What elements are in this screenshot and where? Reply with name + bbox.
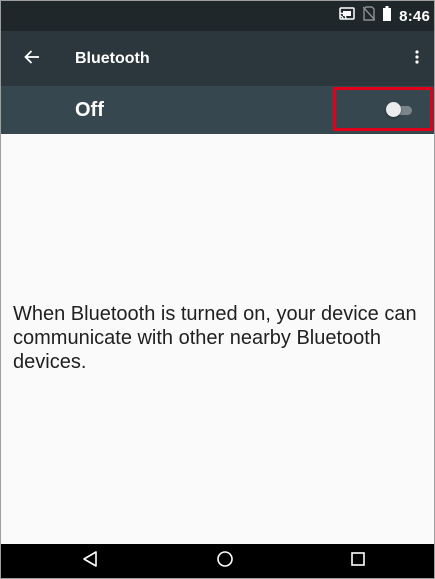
switch-status-label: Off xyxy=(75,99,104,121)
nav-recents-button[interactable] xyxy=(344,549,372,573)
toggle-thumb xyxy=(386,102,401,117)
cast-icon xyxy=(339,6,355,26)
home-circle-icon xyxy=(216,550,234,573)
back-button[interactable] xyxy=(16,43,48,75)
arrow-back-icon xyxy=(24,49,40,69)
more-options-button[interactable] xyxy=(404,43,430,75)
bluetooth-toggle-switch[interactable] xyxy=(386,101,416,119)
more-vert-icon xyxy=(415,49,419,69)
nav-back-button[interactable] xyxy=(76,549,104,573)
recents-square-icon xyxy=(350,551,366,572)
status-icons: 8:46 xyxy=(339,1,430,31)
back-triangle-icon xyxy=(82,550,98,573)
status-bar: 8:46 xyxy=(1,1,434,31)
no-sim-icon xyxy=(362,6,376,26)
bluetooth-master-switch-bar[interactable]: Off xyxy=(1,86,434,134)
battery-icon xyxy=(383,6,392,26)
toolbar: Bluetooth xyxy=(1,31,434,86)
page-title: Bluetooth xyxy=(75,50,150,67)
content-area: When Bluetooth is turned on, your device… xyxy=(1,134,434,544)
nav-home-button[interactable] xyxy=(211,549,239,573)
status-time: 8:46 xyxy=(399,7,430,25)
navigation-bar xyxy=(1,544,434,578)
bluetooth-settings-screen: 8:46 Bluetooth Off When Bluetooth is tur… xyxy=(0,0,435,579)
toggle-highlight-box xyxy=(333,87,433,131)
bluetooth-off-message: When Bluetooth is turned on, your device… xyxy=(13,303,417,373)
